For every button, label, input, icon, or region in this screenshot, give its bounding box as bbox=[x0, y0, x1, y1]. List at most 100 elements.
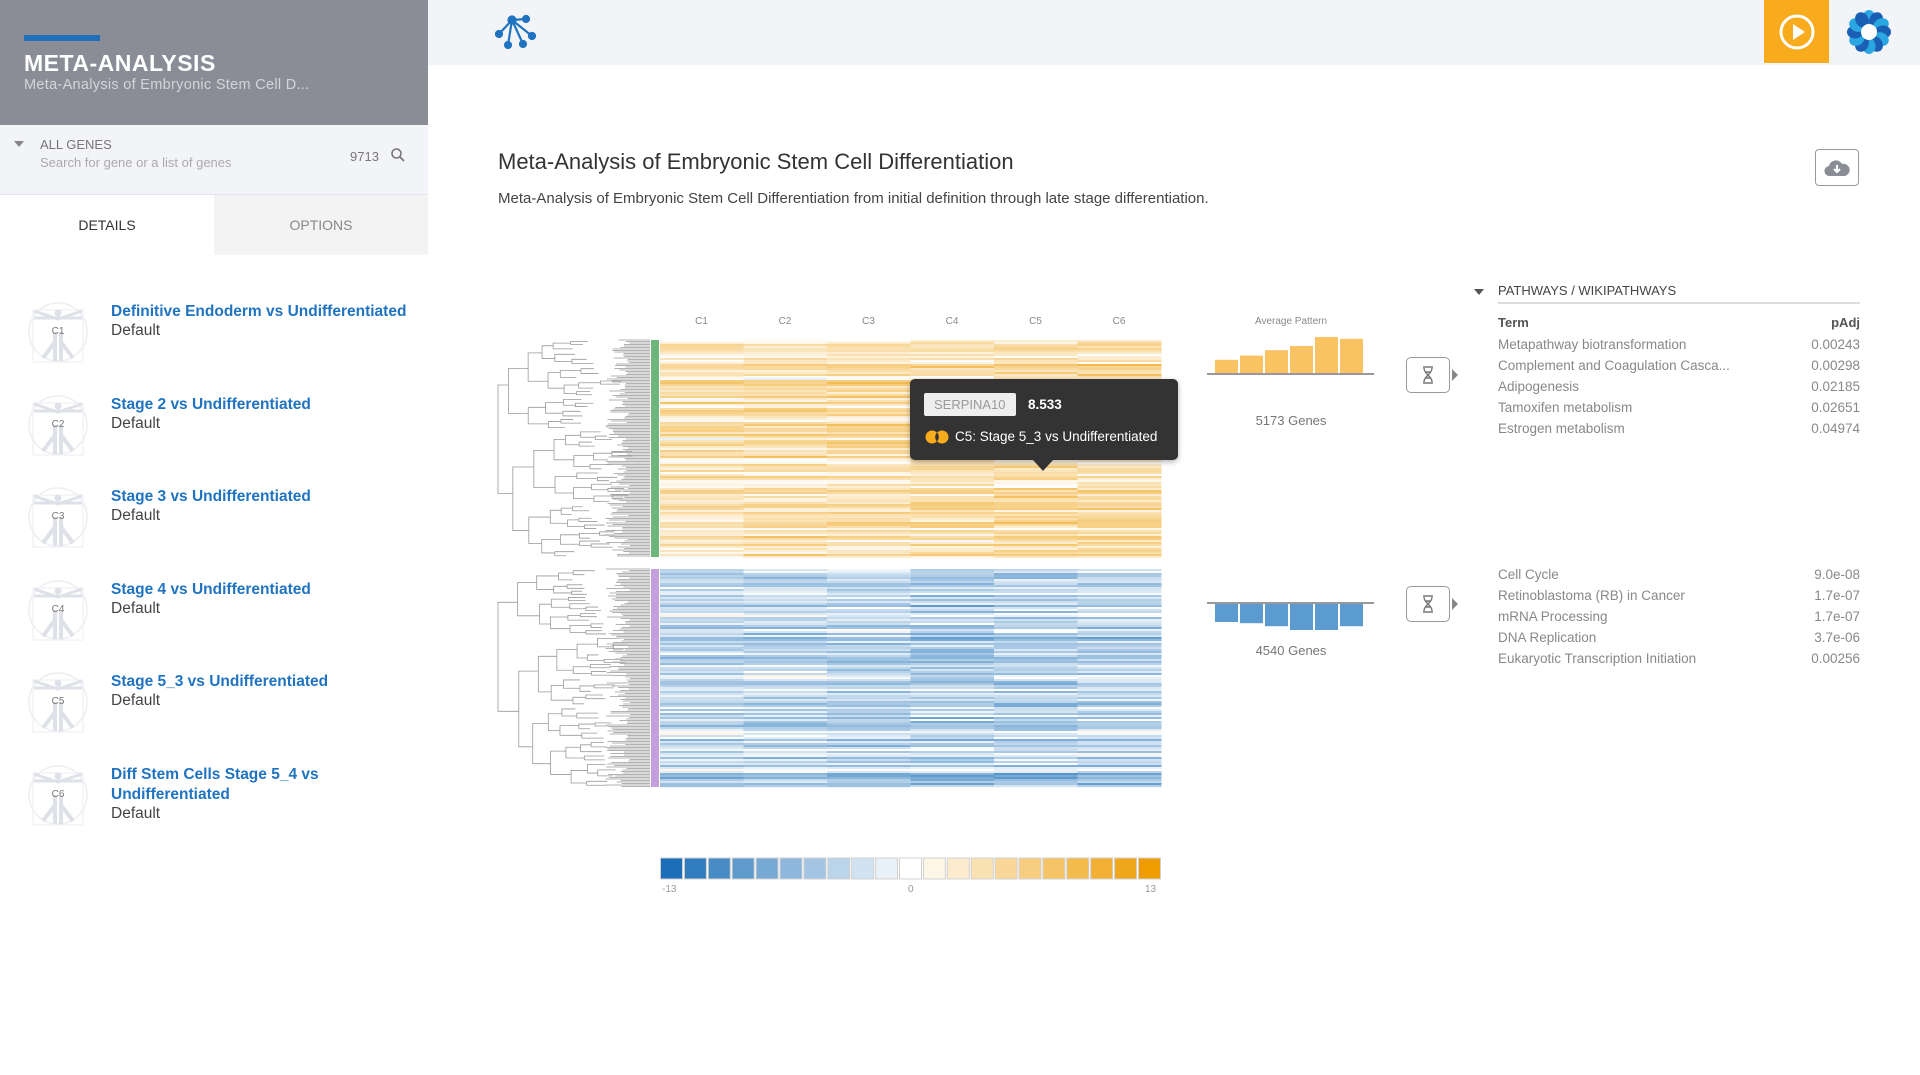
heatmap-cell bbox=[994, 707, 1078, 710]
heatmap-cell bbox=[994, 494, 1078, 497]
pathway-row[interactable]: Adipogenesis 0.02185 bbox=[1498, 376, 1860, 397]
heatmap-cell bbox=[994, 667, 1078, 670]
heatmap-cell bbox=[910, 641, 995, 644]
legend-swatch bbox=[1114, 857, 1138, 880]
pathway-term[interactable]: Adipogenesis bbox=[1498, 376, 1579, 397]
heatmap-cell bbox=[743, 440, 828, 443]
heatmap-cell bbox=[660, 695, 744, 698]
dropdown-triangle-icon[interactable] bbox=[14, 141, 24, 147]
heatmap-cell bbox=[827, 683, 911, 686]
pathway-term[interactable]: Cell Cycle bbox=[1498, 564, 1559, 585]
collapse-triangle-icon[interactable] bbox=[1474, 289, 1484, 295]
cluster-1-enrichment[interactable] bbox=[1406, 357, 1458, 393]
heatmap-cell bbox=[743, 480, 828, 483]
heatmap-cell bbox=[994, 488, 1078, 491]
comparison-title[interactable]: Definitive Endoderm vs Undifferentiated bbox=[111, 302, 411, 322]
heatmap-cell bbox=[910, 735, 995, 738]
search-input[interactable]: Search for gene or a list of genes bbox=[40, 155, 232, 170]
caret-right-icon[interactable] bbox=[1452, 369, 1458, 381]
pathway-row[interactable]: Tamoxifen metabolism 0.02651 bbox=[1498, 397, 1860, 418]
pathway-term[interactable]: Metapathway biotransformation bbox=[1498, 334, 1686, 355]
pathway-row[interactable]: Eukaryotic Transcription Initiation 0.002… bbox=[1498, 648, 1860, 669]
pathway-row[interactable]: Retinoblastoma (RB) in Cancer 1.7e-07 bbox=[1498, 585, 1860, 606]
pathway-term[interactable]: mRNA Processing bbox=[1498, 606, 1608, 627]
heatmap-cell bbox=[827, 723, 911, 726]
heatmap-cell bbox=[1077, 470, 1162, 473]
flower-logo-icon[interactable] bbox=[1847, 10, 1891, 54]
heatmap-cell bbox=[827, 603, 911, 606]
comparison-title[interactable]: Stage 4 vs Undifferentiated bbox=[111, 580, 411, 600]
heatmap-cell bbox=[910, 597, 995, 600]
heatmap-cell bbox=[660, 683, 744, 686]
heatmap-cell bbox=[910, 653, 995, 656]
pathway-term[interactable]: Tamoxifen metabolism bbox=[1498, 397, 1632, 418]
comparison-item[interactable]: C2 Stage 2 vs Undifferentiated Default bbox=[28, 394, 418, 475]
comparison-item[interactable]: C4 Stage 4 vs Undifferentiated Default bbox=[28, 579, 418, 660]
run-button[interactable] bbox=[1764, 0, 1829, 63]
heatmap-cell bbox=[910, 681, 995, 684]
heatmap-cell bbox=[827, 552, 911, 555]
search-icon[interactable] bbox=[390, 147, 406, 163]
gene-set-label[interactable]: ALL GENES bbox=[40, 137, 112, 152]
comparison-title[interactable]: Stage 5_3 vs Undifferentiated bbox=[111, 672, 411, 692]
heatmap-cell bbox=[994, 374, 1078, 377]
heatmap-cell bbox=[743, 346, 828, 349]
pathway-row[interactable]: Complement and Coagulation Casca... 0.002… bbox=[1498, 355, 1860, 376]
comparison-item[interactable]: C6 Diff Stem Cells Stage 5_4 vs Undiffer… bbox=[28, 764, 418, 845]
heatmap-cell bbox=[1077, 669, 1162, 672]
heatmap-cell bbox=[660, 715, 744, 718]
comparison-item[interactable]: C1 Definitive Endoderm vs Undifferentiat… bbox=[28, 302, 418, 382]
heatmap-cell bbox=[1077, 597, 1162, 600]
average-pattern-label: Average Pattern bbox=[1254, 316, 1328, 327]
heatmap-cell bbox=[827, 619, 911, 622]
caret-right-icon[interactable] bbox=[1452, 598, 1458, 610]
heatmap-cell bbox=[994, 603, 1078, 606]
heatmap-cell bbox=[1077, 703, 1162, 706]
heatmap-cell bbox=[827, 472, 911, 475]
comparison-title[interactable]: Stage 2 vs Undifferentiated bbox=[111, 395, 411, 415]
comparison-title[interactable]: Diff Stem Cells Stage 5_4 vs Undifferent… bbox=[111, 765, 411, 805]
comparison-item[interactable]: C5 Stage 5_3 vs Undifferentiated Default bbox=[28, 672, 418, 752]
pathway-row[interactable]: Estrogen metabolism 0.04974 bbox=[1498, 418, 1860, 439]
pathway-term[interactable]: DNA Replication bbox=[1498, 627, 1596, 648]
network-tree-icon[interactable] bbox=[495, 12, 541, 50]
heatmap-cluster[interactable] bbox=[660, 569, 1162, 788]
pathway-row[interactable]: DNA Replication 3.7e-06 bbox=[1498, 627, 1860, 648]
heatmap-cell bbox=[827, 512, 911, 515]
tab-details[interactable]: DETAILS bbox=[0, 195, 214, 255]
heatmap-cell bbox=[827, 743, 911, 746]
pathways-title[interactable]: PATHWAYS / WIKIPATHWAYS bbox=[1498, 283, 1676, 298]
heatmap-cell bbox=[660, 767, 744, 770]
column-label: C2 bbox=[778, 316, 792, 327]
pathway-term[interactable]: Complement and Coagulation Casca... bbox=[1498, 355, 1730, 376]
heatmap-cell bbox=[994, 751, 1078, 754]
cluster-2-enrichment[interactable] bbox=[1406, 586, 1458, 622]
legend-mid: 0 bbox=[908, 884, 914, 895]
pathway-term[interactable]: Estrogen metabolism bbox=[1498, 418, 1625, 439]
dna-button[interactable] bbox=[1406, 357, 1450, 393]
comparison-title[interactable]: Stage 3 vs Undifferentiated bbox=[111, 487, 411, 507]
dna-button[interactable] bbox=[1406, 586, 1450, 622]
comparison-item[interactable]: C3 Stage 3 vs Undifferentiated Default bbox=[28, 487, 418, 567]
download-button[interactable] bbox=[1815, 149, 1859, 186]
page-title: Meta-Analysis of Embryonic Stem Cell Dif… bbox=[498, 149, 1014, 174]
heatmap-cell bbox=[743, 450, 828, 453]
heatmap-cell bbox=[743, 717, 828, 720]
term-header: Term bbox=[1498, 315, 1529, 330]
heatmap-cell bbox=[827, 679, 911, 682]
pathway-row[interactable]: Cell Cycle 9.0e-08 bbox=[1498, 564, 1860, 585]
pathway-term[interactable]: Retinoblastoma (RB) in Cancer bbox=[1498, 585, 1685, 606]
heatmap-cell bbox=[743, 727, 828, 730]
heatmap-cell bbox=[1077, 498, 1162, 501]
heatmap-cell bbox=[743, 426, 828, 429]
heatmap-cell bbox=[827, 641, 911, 644]
tab-options[interactable]: OPTIONS bbox=[214, 195, 428, 255]
heatmap-cell bbox=[827, 609, 911, 612]
heatmap-cell bbox=[827, 623, 911, 626]
heatmap-cell bbox=[1077, 605, 1162, 608]
heatmap-cell bbox=[910, 637, 995, 640]
heatmap-cell bbox=[910, 635, 995, 638]
pathway-row[interactable]: mRNA Processing 1.7e-07 bbox=[1498, 606, 1860, 627]
pathway-term[interactable]: Eukaryotic Transcription Initiation bbox=[1498, 648, 1696, 669]
pathway-row[interactable]: Metapathway biotransformation 0.00243 bbox=[1498, 334, 1860, 355]
